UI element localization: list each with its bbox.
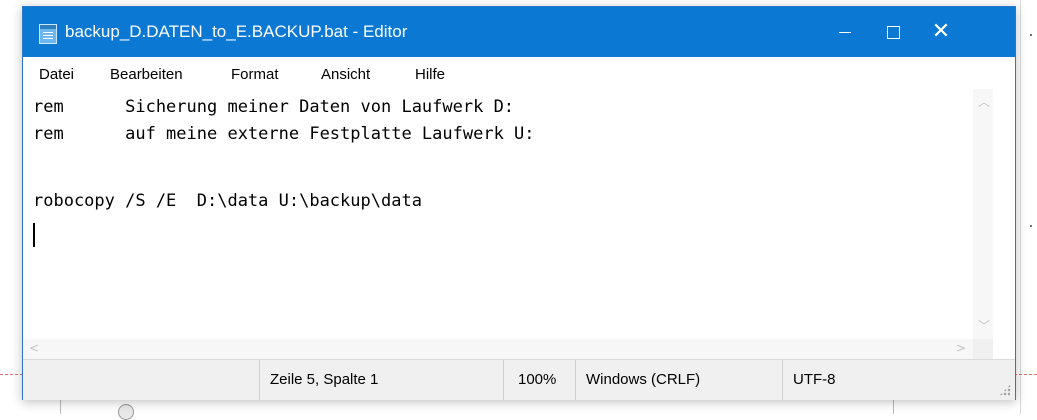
text-editor-area[interactable]: rem Sicherung meiner Daten von Laufwerk … — [23, 89, 973, 339]
menu-hilfe[interactable]: Hilfe — [415, 66, 445, 83]
close-button[interactable]: ✕ — [917, 7, 965, 57]
status-line-ending: Windows (CRLF) — [575, 360, 782, 400]
editor-line-4: robocopy /S /E D:\data U:\backup\data — [33, 191, 422, 211]
background-edge — [1020, 0, 1021, 414]
maximize-button[interactable] — [869, 7, 917, 57]
scroll-right-icon[interactable]: > — [956, 341, 966, 355]
background-knob — [118, 404, 134, 420]
status-encoding: UTF-8 — [782, 360, 1015, 400]
notepad-icon — [39, 24, 57, 44]
minimize-button[interactable] — [821, 7, 869, 57]
menu-bearbeiten[interactable]: Bearbeiten — [110, 66, 183, 83]
scroll-left-icon[interactable]: < — [29, 341, 39, 355]
status-cursor-position: Zeile 5, Spalte 1 — [259, 360, 503, 400]
status-bar: Zeile 5, Spalte 1 100% Windows (CRLF) UT… — [23, 359, 1015, 400]
menu-ansicht[interactable]: Ansicht — [321, 66, 370, 83]
notepad-window: backup_D.DATEN_to_E.BACKUP.bat - Editor … — [22, 6, 1016, 400]
editor-line-1: rem Sicherung meiner Daten von Laufwerk … — [33, 97, 515, 117]
maximize-icon — [886, 25, 900, 39]
background-dot — [1030, 225, 1032, 227]
minimize-icon — [839, 31, 851, 33]
vertical-scrollbar[interactable]: ︿ ﹀ — [973, 89, 993, 339]
text-caret — [33, 223, 35, 247]
status-zoom: 100% — [503, 360, 575, 400]
scroll-corner — [973, 339, 993, 359]
menu-bar: Datei Bearbeiten Format Ansicht Hilfe — [23, 57, 1015, 89]
scroll-up-icon[interactable]: ︿ — [978, 93, 990, 110]
close-icon: ✕ — [931, 19, 951, 44]
menu-datei[interactable]: Datei — [39, 66, 74, 83]
horizontal-scrollbar[interactable]: < > — [23, 339, 973, 359]
scroll-down-icon[interactable]: ﹀ — [978, 317, 990, 334]
background-dot — [1030, 34, 1032, 36]
menu-format[interactable]: Format — [231, 66, 279, 83]
window-title: backup_D.DATEN_to_E.BACKUP.bat - Editor — [65, 22, 408, 41]
title-bar[interactable]: backup_D.DATEN_to_E.BACKUP.bat - Editor … — [23, 7, 1015, 57]
editor-line-2: rem auf meine externe Festplatte Laufwer… — [33, 124, 535, 144]
